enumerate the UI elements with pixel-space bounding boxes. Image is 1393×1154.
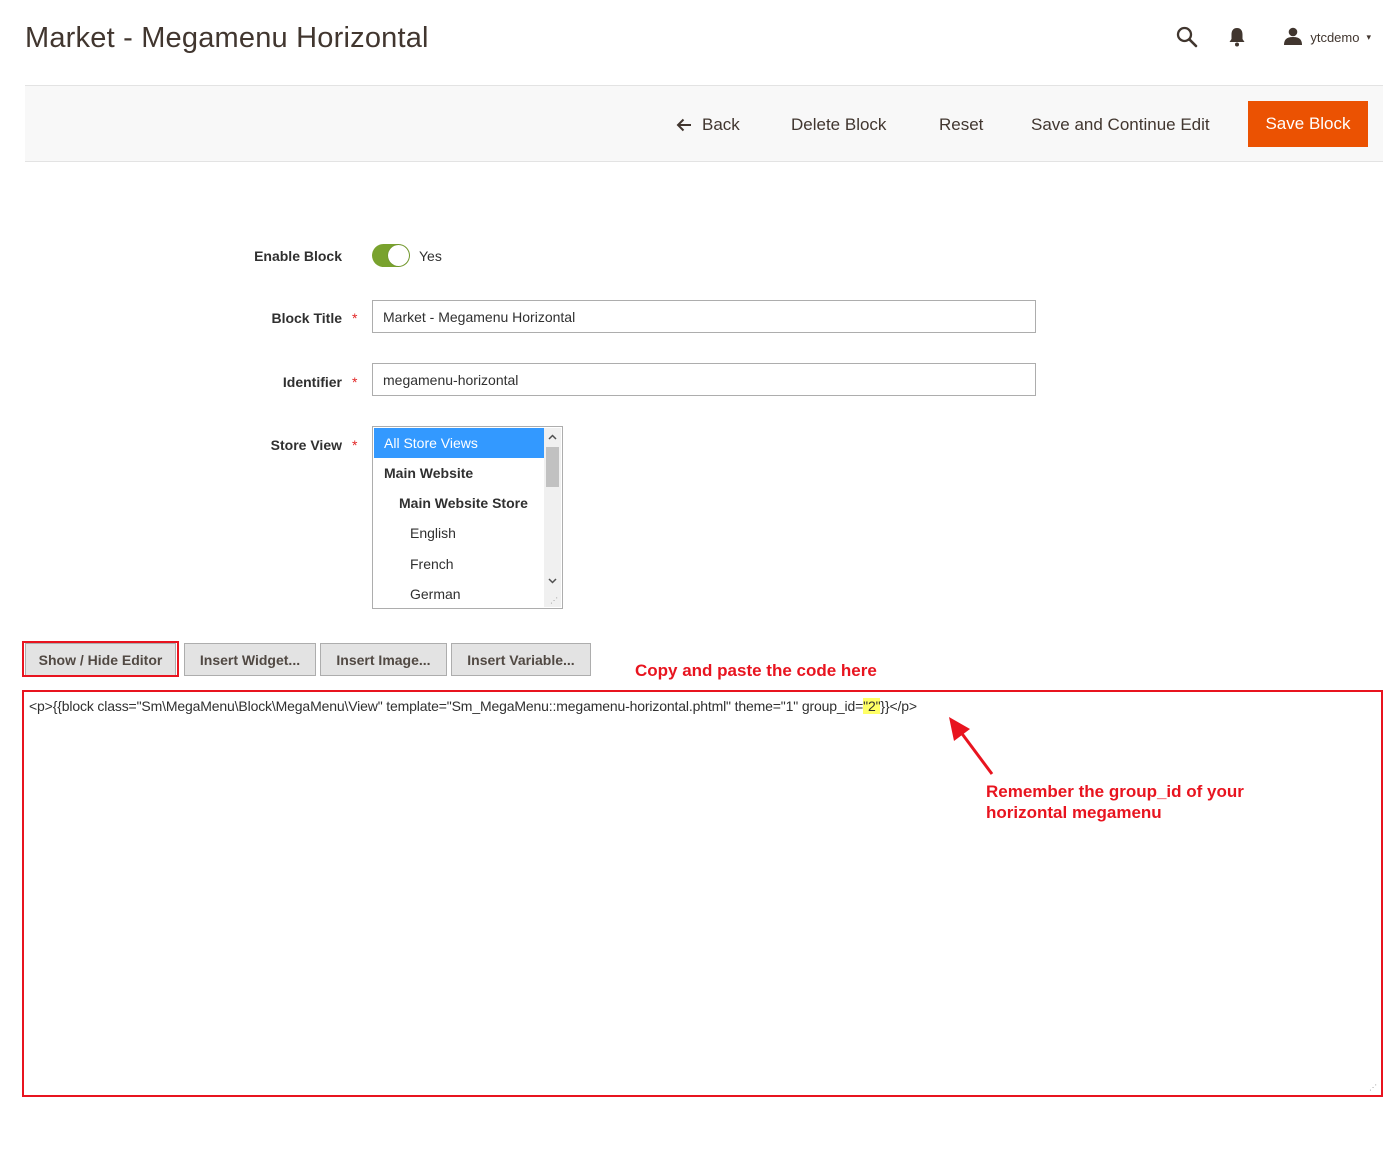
enable-block-label: Enable Block: [254, 248, 342, 264]
store-option-english[interactable]: English: [374, 518, 562, 548]
content-code: <p>{{block class="Sm\MegaMenu\Block\Mega…: [29, 698, 1376, 714]
search-icon[interactable]: [1175, 25, 1199, 49]
insert-image-button[interactable]: Insert Image...: [320, 643, 447, 676]
annotation-highlight-box: [22, 641, 179, 677]
store-view-select[interactable]: All Store Views Main Website Main Websit…: [372, 426, 563, 609]
page-actions-bar: Back Delete Block Reset Save and Continu…: [25, 85, 1383, 162]
block-title-label: Block Title: [271, 310, 342, 326]
annotation-remember-line1: Remember the group_id of your: [986, 782, 1244, 801]
save-and-continue-button[interactable]: Save and Continue Edit: [1031, 86, 1210, 163]
header-actions: ytcdemo ▾: [1175, 22, 1371, 52]
toggle-knob: [388, 245, 409, 266]
page-title: Market - Megamenu Horizontal: [25, 22, 429, 54]
store-option-main-website[interactable]: Main Website: [374, 458, 553, 488]
back-button[interactable]: Back: [676, 86, 740, 163]
resize-grip-icon[interactable]: ⋰: [550, 596, 558, 605]
required-mark: *: [352, 374, 358, 390]
annotation-arrow-icon: [940, 715, 1000, 784]
identifier-label: Identifier: [282, 374, 342, 390]
store-option-all[interactable]: All Store Views: [374, 428, 553, 458]
user-icon: [1283, 27, 1303, 48]
user-menu[interactable]: ytcdemo ▾: [1283, 27, 1371, 48]
scrollbar-thumb[interactable]: [546, 447, 559, 487]
block-title-input[interactable]: [372, 300, 1036, 333]
store-option-main-website-store[interactable]: Main Website Store: [374, 488, 562, 518]
required-mark: *: [352, 310, 358, 326]
scroll-down-icon[interactable]: [544, 572, 561, 589]
code-part-after: }}</p>: [880, 698, 917, 714]
store-option-german[interactable]: German: [374, 579, 562, 608]
store-option-french[interactable]: French: [374, 549, 562, 579]
required-mark: *: [352, 437, 358, 453]
scroll-up-icon[interactable]: [544, 428, 561, 445]
bell-icon[interactable]: [1225, 25, 1249, 49]
annotation-remember-line2: horizontal megamenu: [986, 803, 1162, 822]
store-view-label: Store View: [270, 437, 342, 453]
annotation-remember-group-id: Remember the group_id of your horizontal…: [986, 781, 1244, 823]
enable-block-value: Yes: [419, 248, 442, 264]
content-textarea[interactable]: <p>{{block class="Sm\MegaMenu\Block\Mega…: [22, 690, 1383, 1097]
enable-block-toggle[interactable]: [372, 244, 410, 267]
save-block-button[interactable]: Save Block: [1248, 101, 1368, 147]
annotation-copy-paste: Copy and paste the code here: [635, 661, 877, 680]
reset-button[interactable]: Reset: [939, 86, 983, 163]
resize-grip-icon[interactable]: ⋰: [1369, 1083, 1377, 1092]
identifier-input[interactable]: [372, 363, 1036, 396]
caret-down-icon: ▾: [1366, 31, 1371, 42]
delete-block-button[interactable]: Delete Block: [791, 86, 886, 163]
username: ytcdemo: [1310, 29, 1360, 45]
insert-widget-button[interactable]: Insert Widget...: [184, 643, 316, 676]
arrow-left-icon: [676, 88, 692, 165]
back-label: Back: [702, 115, 740, 134]
store-select-scrollbar[interactable]: [544, 428, 561, 607]
group-id-highlight: "2": [863, 698, 881, 714]
insert-variable-button[interactable]: Insert Variable...: [451, 643, 591, 676]
code-part-before: <p>{{block class="Sm\MegaMenu\Block\Mega…: [29, 698, 864, 714]
